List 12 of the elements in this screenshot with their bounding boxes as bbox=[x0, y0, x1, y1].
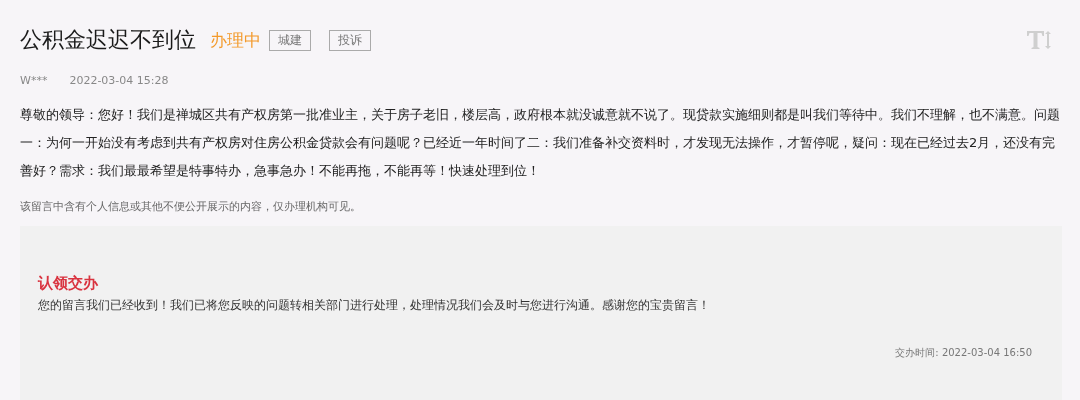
author-name: W*** bbox=[20, 74, 48, 87]
reply-text: 您的留言我们已经收到！我们已将您反映的问题转相关部门进行处理，处理情况我们会及时与您进行沟通。感谢您的宝贵留言！ bbox=[38, 297, 711, 314]
category-tag: 城建 bbox=[269, 29, 311, 51]
message-content: 尊敬的领导：您好！我们是禅城区共有产权房第一批准业主，关于房子老旧，楼层高，政府根本就没诚意就不说了。现贷款实施细则都是叫我们等待中。我们不理解，也不满意。问题一：为何一开始没有考虑到共有产权房对住房公积金贷款会有问题呢？已经近一年时间了二：我们准备补交资料时，才发现无法操作，才暂停呢，疑问：现在已经过去2月，还没有完善好？需求：我们最最希望是特事特办，急事急办！不能再拖，不能再等！快速处理到位！ bbox=[20, 106, 1061, 180]
reply-heading: 认领交办 bbox=[38, 274, 99, 293]
message-title: 公积金迟迟不到位 bbox=[20, 26, 196, 54]
font-size-icon[interactable] bbox=[1026, 30, 1052, 50]
status-label: 办理中 bbox=[210, 28, 261, 52]
privacy-note: 该留言中含有个人信息或其他不便公开展示的内容，仅办理机构可见。 bbox=[20, 199, 362, 214]
category-tag: 投诉 bbox=[329, 29, 371, 51]
assign-time: 交办时间: 2022-03-04 16:50 bbox=[894, 346, 1032, 360]
post-time: 2022-03-04 15:28 bbox=[69, 74, 169, 87]
